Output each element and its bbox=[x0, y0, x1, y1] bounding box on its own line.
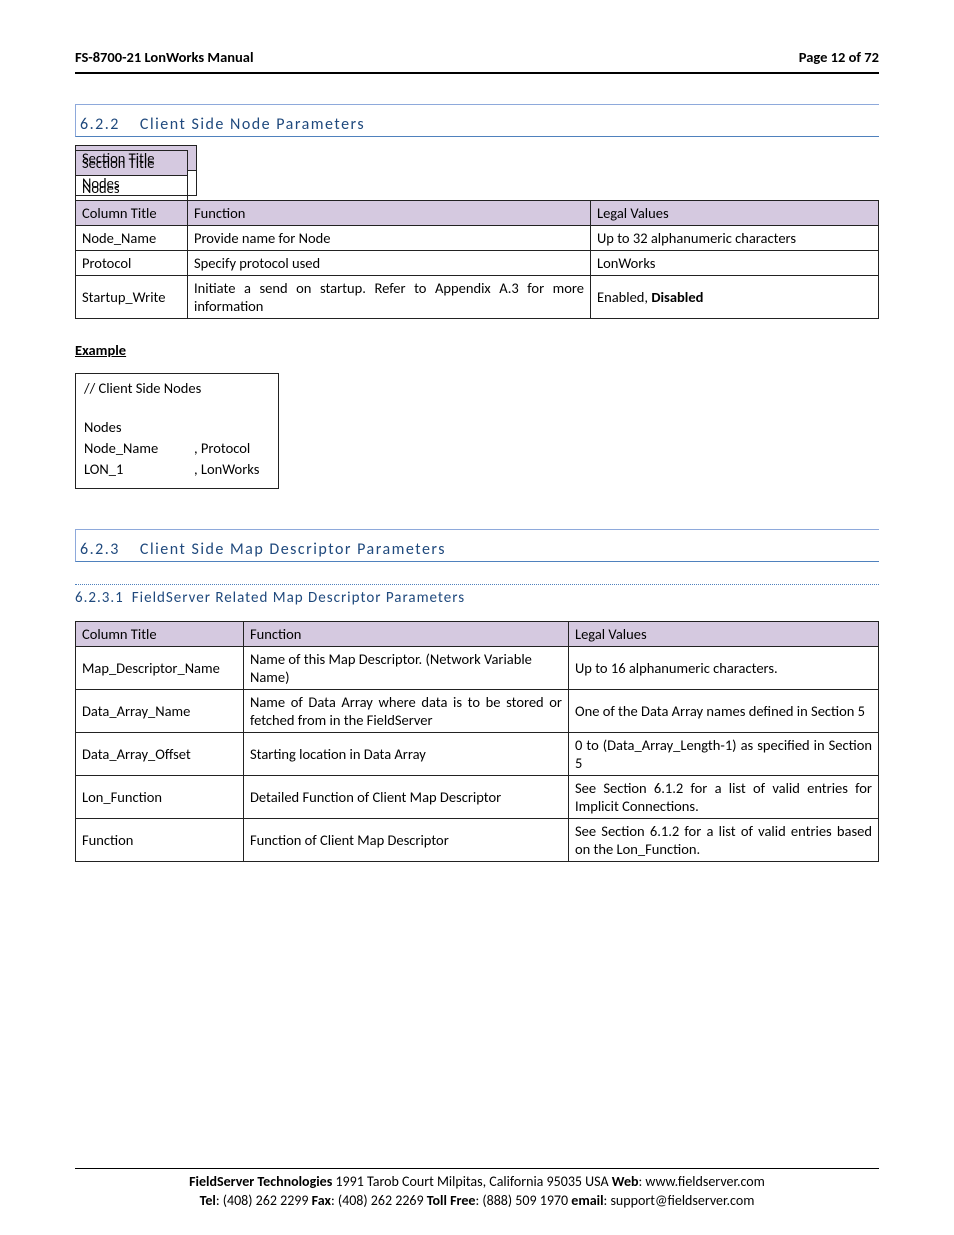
footer-email-label: email bbox=[571, 1192, 603, 1209]
cell-lv: LonWorks bbox=[591, 251, 879, 276]
lv-text: See Section 6.1.2 for a list of valid en… bbox=[575, 779, 872, 815]
section-number: 6.2.3 bbox=[80, 540, 120, 559]
section-row: Section Title bbox=[76, 151, 879, 176]
col-column-title: Column Title bbox=[76, 201, 188, 226]
example-nodes: Nodes bbox=[84, 417, 270, 438]
cell-fn: Name of Data Array where data is to be s… bbox=[244, 690, 569, 733]
cell-lv: Enabled, Disabled bbox=[591, 276, 879, 319]
table-row: Data_Array_Name Name of Data Array where… bbox=[76, 690, 879, 733]
col-legal-values: Legal Values bbox=[591, 201, 879, 226]
col-function: Function bbox=[188, 201, 591, 226]
cell-ct: Function bbox=[76, 819, 244, 862]
lv-text: Enabled, bbox=[597, 288, 651, 306]
table-row: Startup_Write Initiate a send on startup… bbox=[76, 276, 879, 319]
cell-ct: Startup_Write bbox=[76, 276, 188, 319]
example-comment: // Client Side Nodes bbox=[84, 378, 270, 399]
example-val2: , LonWorks bbox=[194, 459, 265, 480]
page-footer: FieldServer Technologies 1991 Tarob Cour… bbox=[75, 1168, 879, 1211]
cell-lv: See Section 6.1.2 for a list of valid en… bbox=[569, 776, 879, 819]
section-title: Client Side Node Parameters bbox=[140, 115, 365, 134]
cell-fn: Detailed Function of Client Map Descript… bbox=[244, 776, 569, 819]
nodes-cell: Nodes bbox=[76, 176, 188, 201]
table-row: Protocol Specify protocol used LonWorks bbox=[76, 251, 879, 276]
cell-fn: Name of this Map Descriptor. (Network Va… bbox=[244, 647, 569, 690]
table-row: Function Function of Client Map Descript… bbox=[76, 819, 879, 862]
cell-ct: Map_Descriptor_Name bbox=[76, 647, 244, 690]
footer-fax-label: Fax bbox=[312, 1192, 331, 1209]
col-column-title: Column Title bbox=[76, 622, 244, 647]
map-descriptor-table: Column Title Function Legal Values Map_D… bbox=[75, 621, 879, 862]
cell-lv: One of the Data Array names defined in S… bbox=[569, 690, 879, 733]
cell-lv: 0 to (Data_Array_Length-1) as specified … bbox=[569, 733, 879, 776]
footer-web-label: Web bbox=[612, 1173, 639, 1190]
page-number: Page 12 of 72 bbox=[799, 48, 879, 66]
header-row: Column Title Function Legal Values bbox=[76, 201, 879, 226]
cell-fn: Starting location in Data Array bbox=[244, 733, 569, 776]
col-function: Function bbox=[244, 622, 569, 647]
section-6-2-3-heading: 6.2.3 Client Side Map Descriptor Paramet… bbox=[75, 529, 879, 562]
lv-text: See Section 6.1.2 for a list of valid en… bbox=[575, 822, 872, 858]
header-row: Column Title Function Legal Values bbox=[76, 622, 879, 647]
cell-lv: Up to 16 alphanumeric characters. bbox=[569, 647, 879, 690]
table-row: Lon_Function Detailed Function of Client… bbox=[76, 776, 879, 819]
example-box: // Client Side Nodes Nodes Node_Name , P… bbox=[75, 373, 279, 489]
table-row: Map_Descriptor_Name Name of this Map Des… bbox=[76, 647, 879, 690]
section-6-2-2-heading: 6.2.2 Client Side Node Parameters bbox=[75, 104, 879, 137]
lv-bold: Disabled bbox=[651, 288, 703, 306]
lv-text: 0 to (Data_Array_Length-1) as specified … bbox=[575, 736, 872, 772]
footer-company: FieldServer Technologies bbox=[189, 1173, 332, 1190]
cell-lv: Up to 32 alphanumeric characters bbox=[591, 226, 879, 251]
cell-fn: Specify protocol used bbox=[188, 251, 591, 276]
footer-tel: : (408) 262 2299 bbox=[216, 1192, 312, 1209]
footer-address: 1991 Tarob Court Milpitas, California 95… bbox=[332, 1173, 611, 1190]
cell-ct: Lon_Function bbox=[76, 776, 244, 819]
cell-ct: Protocol bbox=[76, 251, 188, 276]
footer-tollfree: : (888) 509 1970 bbox=[475, 1192, 571, 1209]
table-row: Node_Name Provide name for Node Up to 32… bbox=[76, 226, 879, 251]
nodes-row: Nodes bbox=[76, 176, 879, 201]
example-hdr2: , Protocol bbox=[194, 438, 265, 459]
section-number: 6.2.2 bbox=[80, 115, 120, 134]
example-heading: Example bbox=[75, 341, 879, 359]
cell-ct: Data_Array_Name bbox=[76, 690, 244, 733]
subsection-title: FieldServer Related Map Descriptor Param… bbox=[132, 589, 465, 607]
col-legal-values: Legal Values bbox=[569, 622, 879, 647]
footer-tollfree-label: Toll Free bbox=[427, 1192, 476, 1209]
lv-text: One of the Data Array names defined in S… bbox=[575, 702, 872, 720]
footer-web: : www.fieldserver.com bbox=[639, 1173, 765, 1190]
footer-email: : support@fieldserver.com bbox=[604, 1192, 755, 1209]
cell-ct: Node_Name bbox=[76, 226, 188, 251]
section-6-2-3-1-heading: 6.2.3.1 FieldServer Related Map Descript… bbox=[75, 584, 879, 607]
subsection-number: 6.2.3.1 bbox=[75, 589, 124, 607]
cell-ct: Data_Array_Offset bbox=[76, 733, 244, 776]
node-parameters-table: Section Title Nodes Column Title Functio… bbox=[75, 150, 879, 319]
footer-tel-label: Tel bbox=[200, 1192, 216, 1209]
example-hdr1: Node_Name bbox=[84, 438, 194, 459]
section-title: Client Side Map Descriptor Parameters bbox=[140, 540, 446, 559]
table-row: Data_Array_Offset Starting location in D… bbox=[76, 733, 879, 776]
doc-title: FS-8700-21 LonWorks Manual bbox=[75, 48, 254, 66]
col-section-title: Section Title bbox=[76, 151, 188, 176]
example-val1: LON_1 bbox=[84, 459, 194, 480]
footer-fax: : (408) 262 2269 bbox=[331, 1192, 427, 1209]
cell-lv: See Section 6.1.2 for a list of valid en… bbox=[569, 819, 879, 862]
cell-fn: Function of Client Map Descriptor bbox=[244, 819, 569, 862]
page-header: FS-8700-21 LonWorks Manual Page 12 of 72 bbox=[75, 48, 879, 74]
cell-fn: Initiate a send on startup. Refer to App… bbox=[188, 276, 591, 319]
cell-fn: Provide name for Node bbox=[188, 226, 591, 251]
